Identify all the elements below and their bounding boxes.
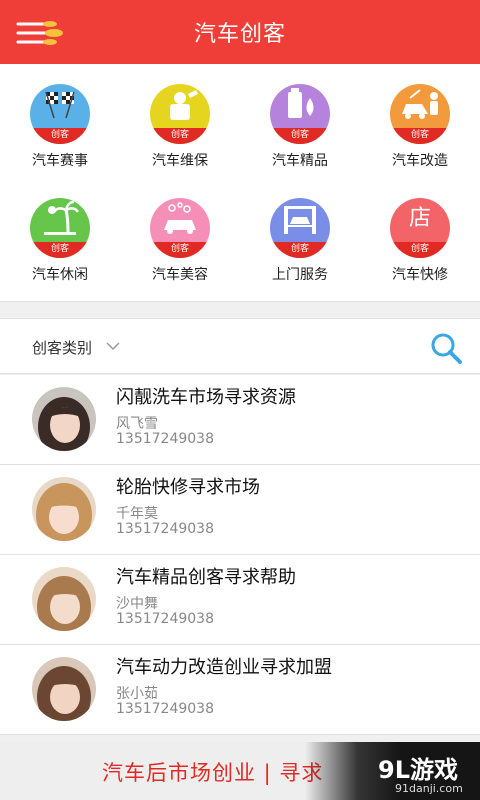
- banner-text: 汽车后市场创业 | 寻求: [102, 761, 324, 785]
- item-author: 张小茹: [116, 686, 158, 702]
- item-phone: 13517249038: [116, 611, 214, 627]
- oil-drop-icon: 创客: [270, 84, 330, 144]
- category-item-modification[interactable]: 创客 汽车改造: [360, 64, 480, 174]
- category-item-onsite-service[interactable]: 创客 上门服务: [240, 178, 360, 288]
- list-item[interactable]: 汽车动力改造创业寻求加盟 张小茹 13517249038: [0, 645, 480, 735]
- category-item-beauty[interactable]: 创客 汽车美容: [120, 178, 240, 288]
- palm-tree-icon: 创客: [30, 198, 90, 258]
- post-list: 闪靓洗车市场寻求资源 风飞雪 13517249038 轮胎快修寻求市场 千年莫 …: [0, 375, 480, 735]
- filter-bar: 创客类别: [0, 318, 480, 374]
- search-icon[interactable]: [428, 330, 464, 366]
- watermark-logo: 9L游戏: [378, 756, 458, 784]
- list-item[interactable]: 轮胎快修寻求市场 千年莫 13517249038: [0, 465, 480, 555]
- app-header: 汽车创客: [0, 0, 480, 64]
- item-title: 轮胎快修寻求市场: [116, 477, 260, 498]
- category-filter-dropdown[interactable]: 创客类别: [32, 337, 92, 358]
- category-item-racing[interactable]: 创客 汽车赛事: [0, 64, 120, 174]
- chevron-down-icon[interactable]: [104, 337, 122, 355]
- list-item[interactable]: 闪靓洗车市场寻求资源 风飞雪 13517249038: [0, 375, 480, 465]
- avatar: [32, 387, 96, 451]
- item-phone: 13517249038: [116, 701, 214, 717]
- item-author: 千年莫: [116, 506, 158, 522]
- car-wash-icon: 创客: [150, 198, 210, 258]
- item-title: 汽车动力改造创业寻求加盟: [116, 657, 332, 678]
- list-item[interactable]: 汽车精品创客寻求帮助 沙中舞 13517249038: [0, 555, 480, 645]
- avatar: [32, 657, 96, 721]
- item-title: 闪靓洗车市场寻求资源: [116, 387, 296, 408]
- category-item-accessories[interactable]: 创客 汽车精品: [240, 64, 360, 174]
- item-author: 沙中舞: [116, 596, 158, 612]
- avatar: [32, 477, 96, 541]
- car-lift-icon: 创客: [270, 198, 330, 258]
- category-item-leisure[interactable]: 创客 汽车休闲: [0, 178, 120, 288]
- mechanic-icon: 创客: [150, 84, 210, 144]
- category-item-maintenance[interactable]: 创客 汽车维保: [120, 64, 240, 174]
- avatar: [32, 567, 96, 631]
- item-title: 汽车精品创客寻求帮助: [116, 567, 296, 588]
- category-grid: 创客 汽车赛事 创客 汽车维保 创客 汽车精品 创客 汽车改造 创客 汽车休闲 …: [0, 64, 480, 302]
- item-author: 风飞雪: [116, 416, 158, 432]
- watermark-url: 91danji.com: [395, 782, 463, 795]
- page-title: 汽车创客: [193, 22, 286, 47]
- car-repair-icon: 创客: [390, 84, 450, 144]
- item-phone: 13517249038: [116, 521, 214, 537]
- item-phone: 13517249038: [116, 431, 214, 447]
- promo-banner[interactable]: 汽车后市场创业 | 寻求 9L游戏 91danji.com: [0, 742, 480, 800]
- shop-icon: 店 创客: [390, 198, 450, 258]
- category-item-quick-repair[interactable]: 店 创客 汽车快修: [360, 178, 480, 288]
- racing-flags-icon: 创客: [30, 84, 90, 144]
